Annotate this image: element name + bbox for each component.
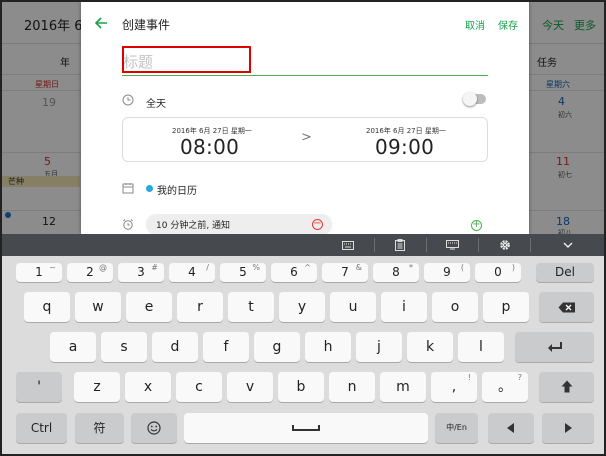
- left-arrow-key[interactable]: [488, 413, 534, 443]
- comma-key[interactable]: ,!: [431, 372, 477, 402]
- keyboard-toolbar: [2, 234, 604, 256]
- start-time: 08:00: [180, 135, 240, 159]
- cancel-button[interactable]: 取消: [465, 17, 485, 32]
- clock-icon: [122, 94, 134, 106]
- shift-key[interactable]: [539, 372, 594, 402]
- symbol-key[interactable]: 符: [75, 413, 124, 443]
- key-a[interactable]: a: [50, 332, 96, 362]
- key-f[interactable]: f: [203, 332, 249, 362]
- end-time: 09:00: [375, 135, 435, 159]
- key-u[interactable]: u: [330, 292, 376, 322]
- backspace-key[interactable]: [539, 292, 594, 322]
- remove-icon[interactable]: −: [312, 219, 323, 230]
- key-h[interactable]: h: [305, 332, 351, 362]
- delete-key[interactable]: Del: [536, 263, 594, 282]
- key-r[interactable]: r: [177, 292, 223, 322]
- key-4[interactable]: 4/: [169, 263, 215, 282]
- key-8[interactable]: 8 *: [373, 263, 419, 282]
- key-m[interactable]: m: [380, 372, 426, 402]
- key-0[interactable]: 0): [475, 263, 521, 282]
- screen: 2016年 6月 今天 更多 年 任务 星期日 星期六 19 4 初六 5 五月…: [0, 0, 606, 456]
- key-o[interactable]: o: [432, 292, 478, 322]
- create-event-dialog: 创建事件 取消 保存 全天 2016年 6月 27日 星期一 08:00 > 2…: [81, 2, 529, 234]
- calendar-icon: [122, 183, 134, 194]
- keyboard: 1 ~ 2 @ 3 # 4/ 5% 6 ^ 7 & 8 * 9( 0) Del q w e …: [2, 256, 604, 454]
- key-p[interactable]: p: [483, 292, 529, 322]
- clipboard-icon[interactable]: [378, 234, 422, 256]
- alarm-icon: [123, 219, 133, 230]
- key-3[interactable]: 3 #: [118, 263, 164, 282]
- key-v[interactable]: v: [227, 372, 273, 402]
- language-key[interactable]: 中/En: [435, 413, 478, 443]
- key-s[interactable]: s: [101, 332, 147, 362]
- allday-label: 全天: [146, 99, 166, 110]
- key-i[interactable]: i: [381, 292, 427, 322]
- shift-icon: [561, 380, 572, 393]
- key-y[interactable]: y: [279, 292, 325, 322]
- right-arrow-icon: [565, 423, 572, 433]
- key-z[interactable]: z: [74, 372, 120, 402]
- key-w[interactable]: w: [75, 292, 121, 322]
- backspace-icon: [558, 302, 575, 313]
- key-x[interactable]: x: [125, 372, 171, 402]
- dialog-title: 创建事件: [122, 18, 171, 32]
- key-g[interactable]: g: [254, 332, 300, 362]
- key-b[interactable]: b: [278, 372, 324, 402]
- key-2[interactable]: 2 @: [67, 263, 113, 282]
- gear-icon[interactable]: [482, 234, 526, 256]
- ctrl-key[interactable]: Ctrl: [16, 413, 67, 443]
- chevron-right-icon: >: [301, 130, 312, 145]
- key-n[interactable]: n: [329, 372, 375, 402]
- enter-icon: [547, 342, 562, 352]
- keyboard-icon[interactable]: [326, 234, 370, 256]
- calendar-name[interactable]: 我的日历: [157, 182, 197, 197]
- period-key[interactable]: 。?: [482, 372, 528, 402]
- key-t[interactable]: t: [228, 292, 274, 322]
- key-1[interactable]: 1 ~: [16, 263, 62, 282]
- key-j[interactable]: j: [356, 332, 402, 362]
- save-button[interactable]: 保存: [498, 17, 518, 32]
- key-9[interactable]: 9(: [424, 263, 470, 282]
- space-key[interactable]: [184, 413, 428, 443]
- space-icon: [292, 425, 320, 431]
- key-l[interactable]: l: [458, 332, 504, 362]
- add-icon[interactable]: +: [471, 220, 482, 231]
- allday-toggle[interactable]: [463, 92, 486, 106]
- key-k[interactable]: k: [407, 332, 453, 362]
- reminder-pill[interactable]: 10 分钟之前, 通知 −: [146, 214, 332, 234]
- back-arrow-icon[interactable]: [91, 13, 111, 33]
- calendar-color-dot: [146, 185, 153, 192]
- chevron-down-icon[interactable]: [546, 234, 590, 256]
- title-underline: [122, 75, 488, 76]
- reminder-text: 10 分钟之前, 通知: [156, 221, 231, 231]
- time-range: 2016年 6月 27日 星期一 08:00 > 2016年 6月 27日 星期…: [122, 117, 488, 162]
- key-6[interactable]: 6 ^: [271, 263, 317, 282]
- enter-key[interactable]: [515, 332, 594, 362]
- emoji-key[interactable]: [131, 413, 177, 443]
- key-5[interactable]: 5%: [220, 263, 266, 282]
- emoji-icon: [147, 421, 161, 435]
- dialog-header: 创建事件 取消 保存: [81, 2, 529, 44]
- key-7[interactable]: 7 &: [322, 263, 368, 282]
- keyboard-layout-icon[interactable]: [430, 234, 474, 256]
- left-arrow-icon: [507, 423, 514, 433]
- highlight-box: [122, 46, 251, 73]
- key-d[interactable]: d: [152, 332, 198, 362]
- key-e[interactable]: e: [126, 292, 172, 322]
- apostrophe-key[interactable]: ': [16, 372, 62, 402]
- key-q[interactable]: q: [24, 292, 70, 322]
- key-c[interactable]: c: [176, 372, 222, 402]
- right-arrow-key[interactable]: [542, 413, 594, 443]
